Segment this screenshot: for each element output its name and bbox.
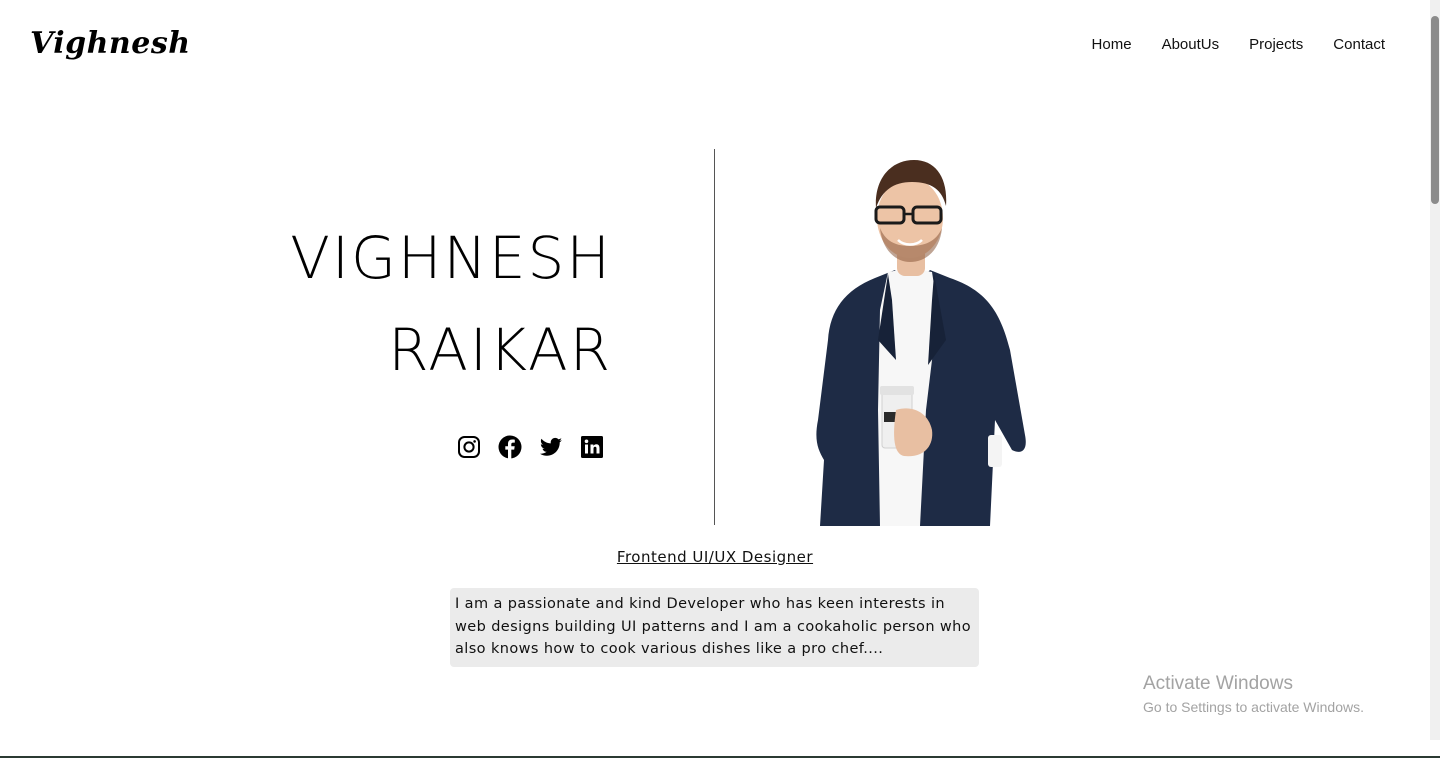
main-nav: Home AboutUs Projects Contact (1092, 36, 1385, 53)
bio-card: I am a passionate and kind Developer who… (450, 588, 979, 667)
vertical-scrollbar[interactable] (1430, 0, 1440, 740)
instagram-icon[interactable] (457, 435, 481, 459)
windows-activation-watermark: Activate Windows Go to Settings to activ… (1143, 672, 1364, 717)
hero-name: VIGHNESH RAIKAR (290, 212, 612, 396)
watermark-title: Activate Windows (1143, 673, 1293, 694)
watermark-subtitle: Go to Settings to activate Windows. (1143, 699, 1364, 715)
twitter-icon[interactable] (539, 435, 563, 459)
scrollbar-thumb[interactable] (1431, 16, 1439, 204)
hero-last-name: RAIKAR (388, 316, 612, 384)
nav-home-link[interactable]: Home (1092, 36, 1132, 53)
facebook-icon[interactable] (498, 435, 522, 459)
role-link[interactable]: Frontend UI/UX Designer (617, 548, 813, 566)
social-links (457, 435, 604, 459)
nav-projects-link[interactable]: Projects (1249, 36, 1303, 53)
portfolio-page: Vighnesh Home AboutUs Projects Contact V… (0, 0, 1440, 758)
site-logo[interactable]: Vighnesh (30, 26, 191, 61)
portrait-photo (816, 160, 1026, 526)
nav-aboutus-link[interactable]: AboutUs (1162, 36, 1220, 53)
nav-contact-link[interactable]: Contact (1333, 36, 1385, 53)
tagline: Frontend UI/UX Designer (0, 547, 1430, 566)
vertical-divider (714, 149, 715, 525)
linkedin-icon[interactable] (580, 435, 604, 459)
hero-first-name: VIGHNESH (290, 224, 612, 292)
